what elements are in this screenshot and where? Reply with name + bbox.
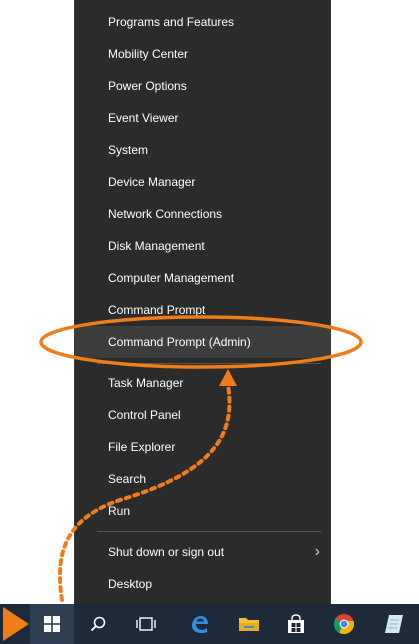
menu-item-shut-down-or-sign-out[interactable]: Shut down or sign out ›	[75, 536, 330, 568]
menu-item-label: Command Prompt	[108, 303, 206, 317]
menu-item-power-options[interactable]: Power Options	[75, 70, 330, 102]
menu-item-label: Search	[108, 472, 147, 486]
menu-item-programs-and-features[interactable]: Programs and Features	[75, 6, 330, 38]
menu-item-label: Device Manager	[108, 175, 196, 189]
edge-taskbar-button[interactable]	[177, 604, 221, 644]
menu-item-label: Event Viewer	[108, 111, 179, 125]
menu-item-label: File Explorer	[108, 440, 176, 454]
menu-item-search[interactable]: Search	[75, 463, 330, 495]
menu-item-label: Command Prompt (Admin)	[108, 335, 251, 349]
chevron-right-icon: ›	[314, 543, 320, 560]
menu-item-computer-management[interactable]: Computer Management	[75, 262, 330, 294]
windows-start-icon	[44, 616, 60, 632]
menu-item-label: Desktop	[108, 577, 153, 591]
winx-context-menu: Programs and Features Mobility Center Po…	[74, 0, 331, 607]
menu-item-command-prompt-admin[interactable]: Command Prompt (Admin)	[75, 326, 330, 358]
notepad-taskbar-button[interactable]	[372, 604, 416, 644]
menu-item-desktop[interactable]: Desktop	[75, 568, 330, 600]
chrome-taskbar-button[interactable]	[322, 604, 366, 644]
menu-item-task-manager[interactable]: Task Manager	[75, 367, 330, 399]
menu-item-label: Run	[108, 504, 131, 518]
menu-item-label: Shut down or sign out	[108, 545, 225, 559]
menu-item-command-prompt[interactable]: Command Prompt	[75, 294, 330, 326]
task-view-button[interactable]	[124, 604, 168, 644]
menu-item-label: Disk Management	[108, 239, 205, 253]
menu-item-device-manager[interactable]: Device Manager	[75, 166, 330, 198]
menu-item-mobility-center[interactable]: Mobility Center	[75, 38, 330, 70]
store-taskbar-button[interactable]	[274, 604, 318, 644]
search-icon	[90, 616, 106, 632]
edge-icon	[192, 616, 208, 633]
menu-item-label: Power Options	[108, 79, 187, 93]
menu-item-control-panel[interactable]: Control Panel	[75, 399, 330, 431]
store-icon	[288, 614, 304, 633]
menu-item-run[interactable]: Run	[75, 495, 330, 527]
menu-item-label: Mobility Center	[108, 47, 189, 61]
chrome-icon	[333, 614, 354, 635]
menu-separator	[97, 363, 321, 364]
menu-item-network-connections[interactable]: Network Connections	[75, 198, 330, 230]
menu-item-label: Programs and Features	[108, 15, 235, 29]
search-button[interactable]	[76, 604, 120, 644]
menu-item-label: Task Manager	[108, 376, 184, 390]
notepad-icon	[385, 615, 403, 633]
menu-item-system[interactable]: System	[75, 134, 330, 166]
menu-item-label: System	[108, 143, 149, 157]
menu-item-label: Control Panel	[108, 408, 181, 422]
menu-separator	[97, 531, 321, 532]
menu-item-file-explorer[interactable]: File Explorer	[75, 431, 330, 463]
file-explorer-taskbar-button[interactable]	[227, 604, 271, 644]
taskbar	[0, 604, 419, 644]
file-explorer-icon	[239, 618, 259, 631]
menu-item-label: Computer Management	[108, 271, 235, 285]
task-view-icon	[136, 617, 156, 631]
menu-item-event-viewer[interactable]: Event Viewer	[75, 102, 330, 134]
menu-item-label: Network Connections	[108, 207, 223, 221]
menu-item-disk-management[interactable]: Disk Management	[75, 230, 330, 262]
start-button[interactable]	[30, 604, 74, 644]
